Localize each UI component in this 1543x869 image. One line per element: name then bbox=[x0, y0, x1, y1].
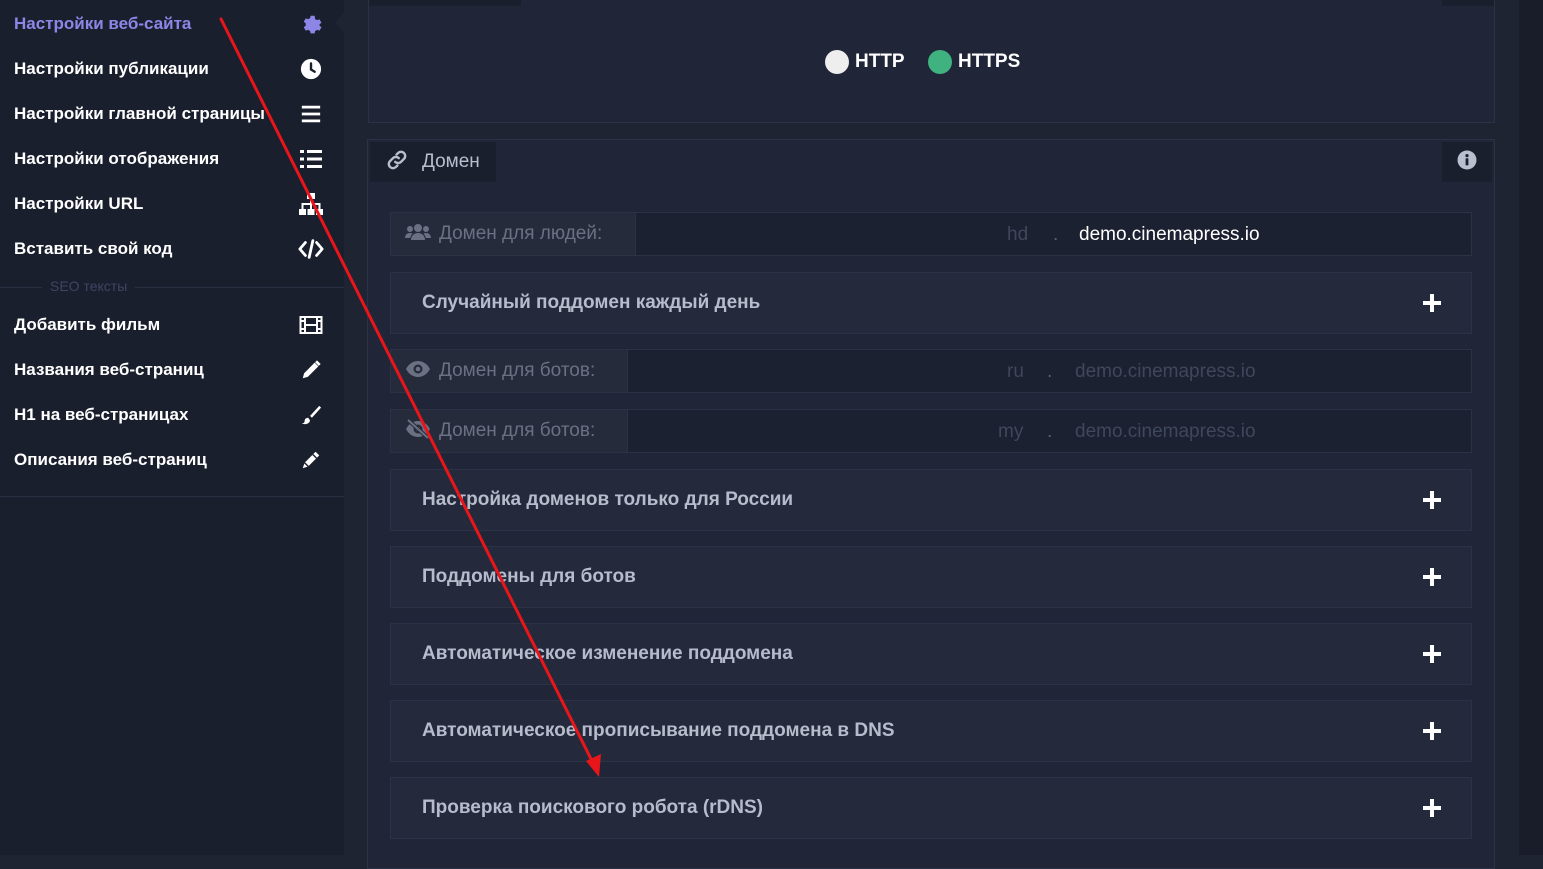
bot-domain-input-2[interactable]: my . demo.cinemapress.io bbox=[628, 410, 1471, 452]
bot-subdomain-value-1: ru bbox=[1007, 361, 1024, 382]
bot-domain-field-2: Домен для ботов: my . demo.cinemapress.i… bbox=[390, 409, 1472, 453]
film-icon bbox=[298, 312, 324, 338]
sidebar-item-label: Настройки URL bbox=[14, 193, 144, 213]
accordion-auto-dns[interactable]: Автоматическое прописывание поддомена в … bbox=[390, 700, 1472, 762]
sidebar-item-label: Настройки публикации bbox=[14, 58, 209, 78]
accordion-title: Настройка доменов только для России bbox=[422, 489, 794, 510]
plus-icon[interactable] bbox=[1423, 722, 1441, 740]
domain-panel-header: Домен bbox=[370, 142, 496, 182]
http-option[interactable]: HTTP bbox=[825, 49, 905, 75]
accordion-title: Автоматическое прописывание поддомена в … bbox=[422, 720, 895, 741]
gear-icon bbox=[298, 11, 324, 37]
clock-icon bbox=[298, 56, 324, 82]
sidebar-item-h1-pages[interactable]: H1 на веб-страницах bbox=[0, 392, 344, 437]
human-domain-label-text: Домен для людей: bbox=[439, 223, 603, 244]
human-domain-field: Домен для людей: hd . demo.cinemapress.i… bbox=[390, 212, 1472, 256]
domain-panel-title: Домен bbox=[422, 151, 480, 172]
panel-tab bbox=[1442, 0, 1494, 6]
sidebar-item-custom-code[interactable]: Вставить свой код bbox=[0, 226, 344, 271]
https-option[interactable]: HTTPS bbox=[928, 49, 1020, 75]
sidebar-item-label: Вставить свой код bbox=[14, 238, 173, 258]
pencil-icon bbox=[298, 357, 324, 383]
link-icon bbox=[386, 149, 408, 176]
sidebar-item-label: Названия веб-страниц bbox=[14, 359, 204, 379]
eye-slash-icon bbox=[405, 418, 431, 444]
random-subdomain-accordion[interactable]: Случайный поддомен каждый день bbox=[390, 272, 1472, 334]
https-label: HTTPS bbox=[958, 51, 1021, 72]
http-radio[interactable] bbox=[825, 50, 849, 74]
sidebar-item-homepage-settings[interactable]: Настройки главной страницы bbox=[0, 91, 344, 136]
bot-domain-label-1: Домен для ботов: bbox=[391, 350, 628, 392]
plus-icon[interactable] bbox=[1423, 568, 1441, 586]
human-domain-label: Домен для людей: bbox=[391, 213, 636, 255]
bot-domain-label-2: Домен для ботов: bbox=[391, 410, 628, 452]
right-scroll-area bbox=[1519, 0, 1543, 855]
list-icon bbox=[298, 146, 324, 172]
sidebar-item-add-movie[interactable]: Добавить фильм bbox=[0, 302, 344, 347]
accordion-auto-subdomain-change[interactable]: Автоматическое изменение поддомена bbox=[390, 623, 1472, 685]
sidebar-item-website-settings[interactable]: Настройки веб-сайта bbox=[0, 1, 344, 46]
brush-icon bbox=[298, 402, 324, 428]
code-icon bbox=[298, 236, 324, 262]
human-subdomain-value: hd bbox=[1007, 224, 1029, 245]
accordion-rdns-check[interactable]: Проверка поискового робота (rDNS) bbox=[390, 777, 1472, 839]
bot-domain-label-text-1: Домен для ботов: bbox=[439, 360, 596, 381]
https-radio[interactable] bbox=[928, 50, 952, 74]
sidebar-item-label: Описания веб-страниц bbox=[14, 449, 207, 469]
panel-tab bbox=[369, 0, 521, 6]
bot-domain-label-text-2: Домен для ботов: bbox=[439, 420, 596, 441]
sidebar: Настройки веб-сайта Настройки публикации… bbox=[0, 0, 345, 855]
sidebar-item-url-settings[interactable]: Настройки URL bbox=[0, 181, 344, 226]
sidebar-item-publication-settings[interactable]: Настройки публикации bbox=[0, 46, 344, 91]
bot-domain-value-1: demo.cinemapress.io bbox=[1075, 361, 1256, 382]
bars-icon bbox=[298, 101, 324, 127]
bot-domain-input-1[interactable]: ru . demo.cinemapress.io bbox=[628, 350, 1471, 392]
sidebar-item-label: Добавить фильм bbox=[14, 314, 161, 334]
users-icon bbox=[405, 222, 431, 247]
domain-separator: . bbox=[1047, 361, 1053, 382]
pen-icon bbox=[298, 447, 324, 473]
domain-separator: . bbox=[1047, 421, 1053, 442]
bot-domain-field-1: Домен для ботов: ru . demo.cinemapress.i… bbox=[390, 349, 1472, 393]
human-domain-input[interactable]: hd . demo.cinemapress.io bbox=[636, 213, 1471, 255]
plus-icon[interactable] bbox=[1423, 645, 1441, 663]
sidebar-item-page-descriptions[interactable]: Описания веб-страниц bbox=[0, 437, 344, 482]
plus-icon[interactable] bbox=[1423, 294, 1441, 312]
domain-separator: . bbox=[1053, 224, 1059, 245]
http-label: HTTP bbox=[855, 51, 905, 72]
seo-texts-separator: SEO тексты bbox=[0, 278, 344, 296]
accordion-russia-domains[interactable]: Настройка доменов только для России bbox=[390, 469, 1472, 531]
info-icon bbox=[1457, 150, 1477, 175]
accordion-title: Проверка поискового робота (rDNS) bbox=[422, 797, 763, 818]
sidebar-item-page-titles[interactable]: Названия веб-страниц bbox=[0, 347, 344, 392]
bot-subdomain-value-2: my bbox=[998, 421, 1024, 442]
accordion-bot-subdomains[interactable]: Поддомены для ботов bbox=[390, 546, 1472, 608]
seo-texts-label: SEO тексты bbox=[42, 278, 136, 294]
info-button[interactable] bbox=[1442, 142, 1492, 182]
sidebar-item-label: Настройки главной страницы bbox=[14, 103, 265, 123]
human-domain-value: demo.cinemapress.io bbox=[1079, 224, 1260, 245]
sidebar-item-display-settings[interactable]: Настройки отображения bbox=[0, 136, 344, 181]
sidebar-item-label: Настройки веб-сайта bbox=[14, 13, 192, 33]
sidebar-item-label: H1 на веб-страницах bbox=[14, 404, 189, 424]
sidebar-divider bbox=[0, 496, 344, 497]
accordion-title: Поддомены для ботов bbox=[422, 566, 636, 587]
sidebar-item-label: Настройки отображения bbox=[14, 148, 220, 168]
bot-domain-value-2: demo.cinemapress.io bbox=[1075, 421, 1256, 442]
accordion-title: Автоматическое изменение поддомена bbox=[422, 643, 793, 664]
sitemap-icon bbox=[298, 191, 324, 217]
eye-icon bbox=[405, 360, 431, 383]
plus-icon[interactable] bbox=[1423, 491, 1441, 509]
plus-icon[interactable] bbox=[1423, 799, 1441, 817]
accordion-title: Случайный поддомен каждый день bbox=[422, 292, 761, 313]
